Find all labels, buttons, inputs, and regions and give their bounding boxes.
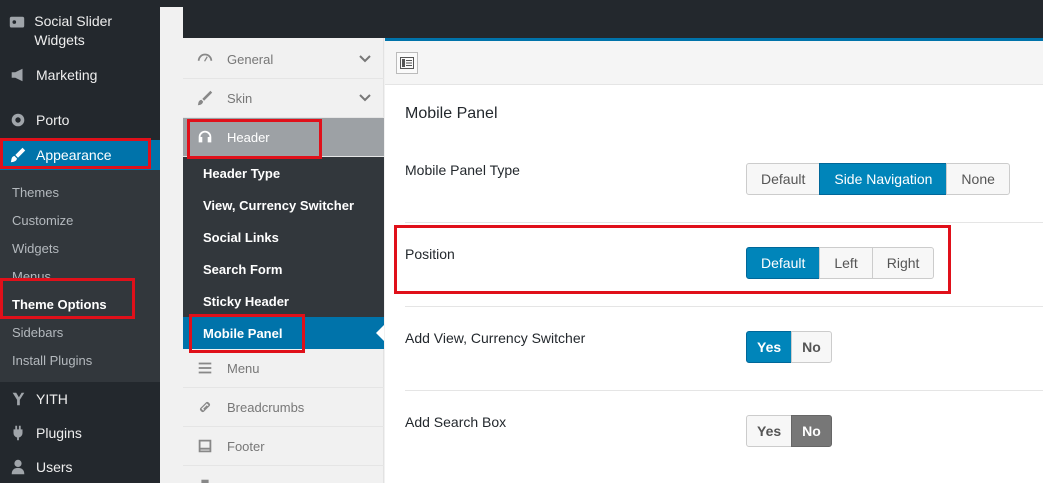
header-sub-currency-switcher[interactable]: View, Currency Switcher [183,189,384,221]
position-default[interactable]: Default [746,247,821,279]
slider-icon [0,12,34,32]
mobile-panel-type-options: Default Side Navigation None [746,163,1010,195]
plug-icon [0,424,36,442]
menu-item-appearance[interactable]: Appearance [0,140,160,170]
currency-switcher-options: Yes No [746,331,832,363]
header-sub-header-type[interactable]: Header Type [183,157,384,189]
mobile-panel-type-label: Mobile Panel Type [405,162,520,178]
options-nav-label: Footer [227,438,265,454]
header-sub-search-form[interactable]: Search Form [183,253,384,285]
gutter [160,0,183,483]
row-divider [405,390,1043,391]
search-box-options: Yes No [746,415,832,447]
megaphone-icon [0,66,36,84]
yith-icon [0,390,36,408]
menu-label: Porto [36,112,70,128]
options-nav-label: Skin [227,90,253,106]
position-options: Default Left Right [746,247,935,279]
search-box-yes[interactable]: Yes [746,415,793,447]
menu-lines-icon [183,359,227,377]
page-icon [183,477,227,483]
brush-icon [0,146,36,164]
options-nav-skin[interactable]: Skin [183,79,384,118]
menu-item-users[interactable]: Users [0,454,160,480]
options-nav-more[interactable] [183,466,384,483]
menu-item-yith[interactable]: YITH [0,386,160,412]
menu-label: Users [36,459,73,475]
currency-switcher-yes[interactable]: Yes [746,331,793,363]
row-divider [405,222,1043,223]
options-nav-menu[interactable]: Menu [183,349,384,388]
options-nav-general[interactable]: General [183,40,384,79]
menu-label: Social Slider Widgets [34,13,113,48]
header-sub-mobile-panel[interactable]: Mobile Panel [183,317,384,349]
mobile-panel-type-side-navigation[interactable]: Side Navigation [819,163,948,195]
headphones-icon [183,128,227,146]
currency-switcher-no[interactable]: No [791,331,832,363]
user-icon [0,458,36,476]
gutter-top [160,0,183,7]
options-panel: Mobile Panel Mobile Panel Type Default S… [385,38,1043,483]
search-box-no[interactable]: No [791,415,832,447]
menu-label: Marketing [36,67,98,83]
options-nav-label: Breadcrumbs [227,399,305,415]
section-title: Mobile Panel [405,105,498,122]
menu-label: Plugins [36,425,82,441]
expand-button[interactable] [396,52,418,74]
submenu-menus[interactable]: Menus [12,269,51,284]
search-box-label: Add Search Box [405,414,507,430]
options-nav-header[interactable]: Header [183,118,384,157]
mobile-panel-type-default[interactable]: Default [746,163,821,195]
header-submenu: Header Type View, Currency Switcher Soci… [183,157,384,349]
position-label: Position [405,246,455,262]
header-sub-social-links[interactable]: Social Links [183,221,384,253]
options-nav-label: Header [227,129,270,145]
mobile-panel-type-none[interactable]: None [946,163,1010,195]
menu-item-marketing[interactable]: Marketing [0,62,160,88]
circle-icon [0,111,36,129]
gauge-icon [183,50,227,68]
submenu-theme-options[interactable]: Theme Options [12,297,107,312]
currency-switcher-label: Add View, Currency Switcher [405,330,586,346]
menu-item-plugins[interactable]: Plugins [0,420,160,446]
top-bar [160,0,1043,38]
menu-label: YITH [36,391,68,407]
chevron-down-icon [359,94,371,102]
options-nav-breadcrumbs[interactable]: Breadcrumbs [183,388,384,427]
position-left[interactable]: Left [819,247,873,279]
options-nav: General Skin Header Header Type View, Cu… [183,38,384,483]
submenu-customize[interactable]: Customize [12,213,73,228]
chevron-down-icon [359,55,371,63]
submenu-install-plugins[interactable]: Install Plugins [12,353,92,368]
menu-item-porto[interactable]: Porto [0,107,160,133]
row-divider [405,306,1043,307]
header-sub-sticky-header[interactable]: Sticky Header [183,285,384,317]
admin-sidebar: Social Slider Widgets Marketing Porto Ap… [0,0,160,483]
appearance-submenu: Themes Customize Widgets Menus Theme Opt… [0,170,160,382]
submenu-themes[interactable]: Themes [12,185,59,200]
submenu-sidebars[interactable]: Sidebars [12,325,63,340]
menu-item-social-slider[interactable]: Social Slider Widgets [0,12,160,52]
options-nav-label: General [227,51,274,67]
options-nav-footer[interactable]: Footer [183,427,384,466]
options-nav-label: Menu [227,360,260,376]
panel-toolbar [385,41,1043,85]
footer-layout-icon [183,437,227,455]
submenu-widgets[interactable]: Widgets [12,241,59,256]
menu-label: Appearance [36,147,112,163]
brush-icon [183,89,227,107]
position-right[interactable]: Right [871,247,935,279]
layout-icon [400,57,414,69]
link-icon [183,398,227,416]
